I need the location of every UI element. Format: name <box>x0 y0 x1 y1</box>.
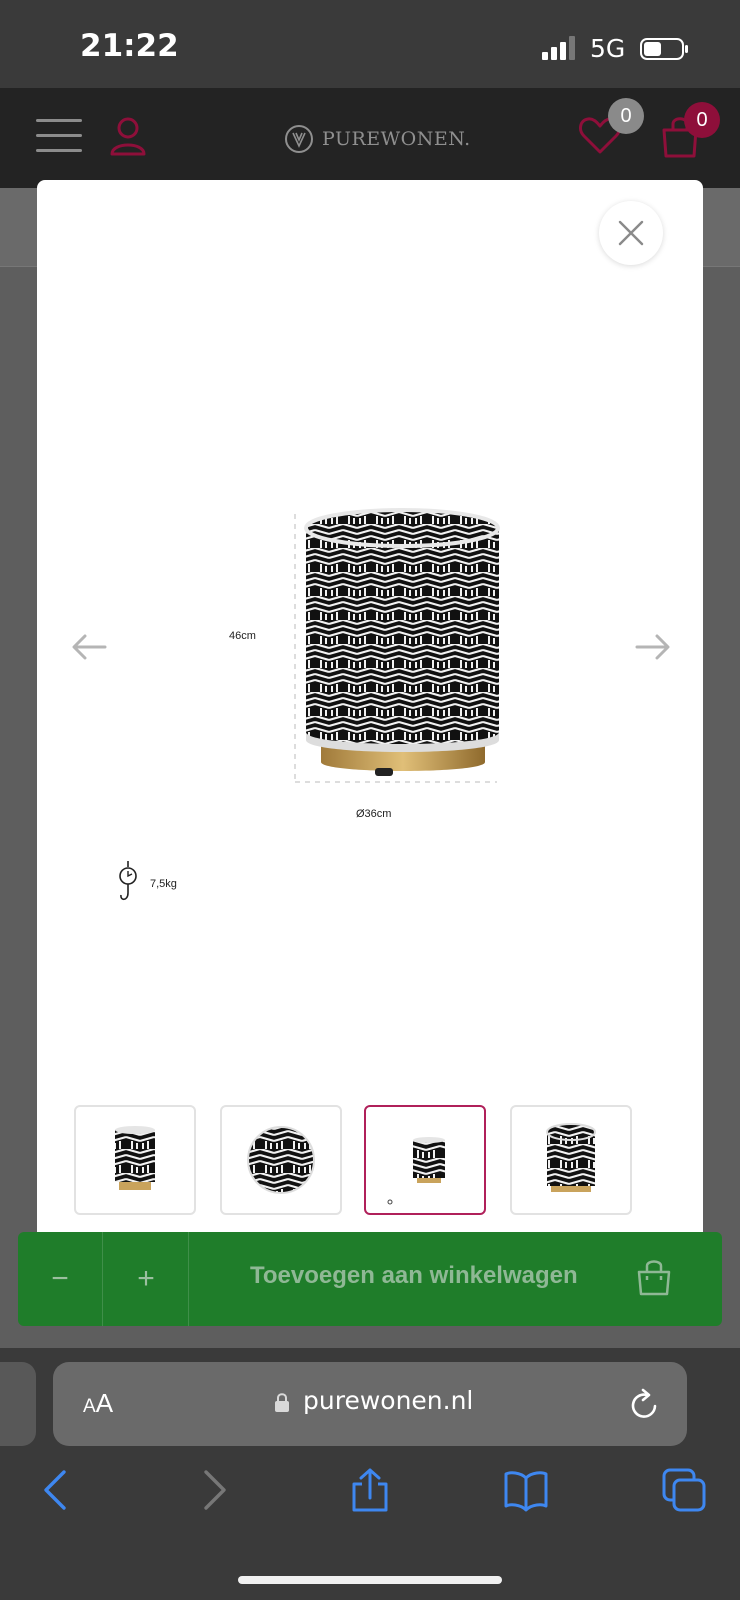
signal-icon <box>542 36 575 60</box>
back-arrow-icon[interactable] <box>34 1468 78 1512</box>
thumbnail-image <box>247 1126 315 1194</box>
browser-toolbar <box>0 1468 740 1538</box>
thumbnail-strip <box>74 1105 634 1217</box>
add-to-cart-bar: − + Toevoegen aan winkelwagen <box>18 1232 722 1326</box>
wishlist-count-badge: 0 <box>608 98 644 134</box>
reload-icon[interactable] <box>629 1388 661 1422</box>
product-main-image <box>294 508 500 783</box>
site-header: PUREWONEN. 0 0 <box>0 88 740 188</box>
logo-text: PUREWONEN. <box>322 128 471 150</box>
previous-image-arrow-icon[interactable] <box>69 627 109 667</box>
thumbnail-image <box>115 1126 155 1190</box>
shopping-bag-icon <box>637 1260 671 1296</box>
quantity-increase-button[interactable]: + <box>104 1232 189 1326</box>
previous-tab-stub[interactable] <box>0 1362 36 1446</box>
hamburger-menu-icon[interactable] <box>36 116 84 156</box>
lock-icon <box>275 1393 289 1412</box>
status-bar: 21:22 5G <box>0 0 740 88</box>
share-icon[interactable] <box>348 1468 392 1512</box>
status-time: 21:22 <box>80 28 179 64</box>
close-icon <box>618 220 644 246</box>
add-to-cart-button[interactable]: Toevoegen aan winkelwagen <box>250 1262 578 1290</box>
network-label: 5G <box>590 34 626 63</box>
thumbnail-image <box>546 1123 596 1192</box>
bookmarks-book-icon[interactable] <box>504 1468 548 1512</box>
home-indicator <box>238 1576 502 1584</box>
battery-icon <box>640 38 688 60</box>
thumbnail-1[interactable] <box>74 1105 196 1215</box>
reader-text-size-button[interactable]: AA <box>83 1388 113 1419</box>
url-text: purewonen.nl <box>303 1386 474 1415</box>
next-image-arrow-icon[interactable] <box>633 627 673 667</box>
browser-chrome: AA purewonen.nl <box>0 1348 740 1600</box>
thumbnail-image <box>387 1137 445 1205</box>
thumbnail-2[interactable] <box>220 1105 342 1215</box>
weight-label: 7,5kg <box>150 878 177 890</box>
quantity-decrease-button[interactable]: − <box>18 1232 103 1326</box>
site-logo[interactable]: PUREWONEN. <box>284 122 471 156</box>
weight-scale-icon <box>119 861 137 901</box>
forward-arrow-icon[interactable] <box>192 1468 236 1512</box>
thumbnail-3[interactable] <box>364 1105 486 1215</box>
tabs-overview-icon[interactable] <box>662 1468 706 1512</box>
address-bar[interactable]: AA purewonen.nl <box>53 1362 687 1446</box>
user-account-icon[interactable] <box>108 116 148 156</box>
thumbnail-4[interactable] <box>510 1105 632 1215</box>
cart-count-badge: 0 <box>684 102 720 138</box>
height-dimension-label: 46cm <box>229 630 256 642</box>
close-button[interactable] <box>599 201 663 265</box>
diameter-dimension-label: Ø36cm <box>356 808 392 820</box>
logo-mark-icon <box>285 125 313 153</box>
image-gallery-modal: 46cm Ø36cm 7,5kg <box>37 180 703 1255</box>
